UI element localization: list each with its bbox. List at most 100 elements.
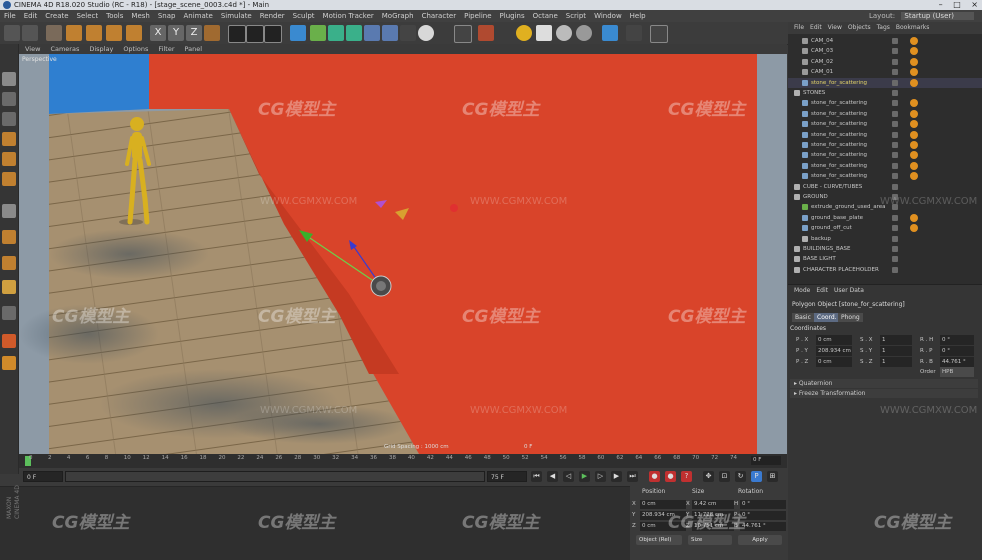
object-row[interactable]: ground_off_cut (788, 223, 982, 233)
material-tag-icon[interactable] (910, 213, 918, 222)
attr-position-y-field[interactable]: 208.934 cm (816, 346, 852, 356)
rotation-p-field[interactable]: 0 ° (740, 511, 786, 520)
attr-scale-x-field[interactable]: 1 (880, 335, 912, 345)
viewport-menu-options[interactable]: Options (123, 45, 148, 53)
menu-render[interactable]: Render (260, 12, 285, 20)
visibility-toggle-icon[interactable] (892, 235, 898, 242)
object-row[interactable]: backup (788, 234, 982, 244)
attr-scale-y-field[interactable]: 1 (880, 346, 912, 356)
plugin-icon[interactable] (602, 25, 618, 41)
octane-icon[interactable] (478, 25, 494, 41)
tab-coord[interactable]: Coord. (814, 313, 840, 322)
z-axis-icon[interactable]: Z (186, 25, 202, 41)
attr-rotation-h-field[interactable]: 0 ° (940, 335, 974, 345)
menu-motion-tracker[interactable]: Motion Tracker (323, 12, 374, 20)
size-z-field[interactable]: 10.751 cm (692, 522, 734, 531)
current-frame-field[interactable]: 0 F (751, 456, 781, 465)
am-menu-mode[interactable]: Mode (794, 287, 810, 294)
y-axis-icon[interactable]: Y (168, 25, 184, 41)
om-menu-view[interactable]: View (828, 24, 842, 31)
rotation-b-field[interactable]: 44.761 ° (740, 522, 786, 531)
menu-create[interactable]: Create (45, 12, 68, 20)
visibility-toggle-icon[interactable] (892, 183, 898, 190)
menu-file[interactable]: File (4, 12, 16, 20)
visibility-toggle-icon[interactable] (892, 256, 898, 263)
visibility-toggle-icon[interactable] (892, 90, 898, 96)
go-to-end-icon[interactable]: ⏭ (627, 471, 638, 482)
material-tag-icon[interactable] (910, 224, 918, 233)
snap-icon[interactable] (2, 256, 16, 270)
floor-object-icon[interactable] (382, 25, 398, 41)
previous-key-icon[interactable]: ◀ (547, 471, 558, 482)
menu-plugins[interactable]: Plugins (500, 12, 525, 20)
layout-value[interactable]: Startup (User) (901, 12, 974, 20)
layer-manager-icon[interactable] (2, 334, 16, 348)
perspective-viewport[interactable]: Perspective Grid Spacing: 1000 cm 0 F (19, 54, 787, 454)
camera-tag-icon[interactable] (910, 37, 918, 45)
size-mode-dropdown[interactable]: Size (688, 535, 732, 545)
visibility-toggle-icon[interactable] (892, 142, 898, 148)
object-row[interactable]: stone_for_scattering (788, 140, 982, 150)
material-manager[interactable]: MAXON CINEMA 4D (0, 485, 630, 560)
viewport-menu-view[interactable]: View (25, 45, 40, 53)
visibility-toggle-icon[interactable] (892, 266, 898, 273)
object-row[interactable]: stone_for_scattering (788, 77, 982, 88)
attr-position-z-field[interactable]: 0 cm (816, 357, 852, 367)
edges-mode-icon[interactable] (2, 152, 16, 166)
object-row[interactable]: stone_for_scattering (788, 98, 982, 108)
object-row[interactable]: CAM_01 (788, 67, 982, 77)
attr-position-x-field[interactable]: 0 cm (816, 335, 852, 345)
coordinate-system-icon[interactable] (204, 25, 220, 41)
undo-icon[interactable] (4, 25, 20, 41)
live-selection-icon[interactable] (46, 25, 62, 41)
minimize-button[interactable]: – (939, 0, 943, 9)
visibility-toggle-icon[interactable] (892, 110, 898, 117)
object-row[interactable]: stone_for_scattering (788, 130, 982, 140)
tab-basic[interactable]: Basic (792, 313, 814, 322)
plugin-settings-icon[interactable] (650, 25, 668, 43)
scale-tool-icon[interactable] (86, 25, 102, 41)
play-icon[interactable]: ▶ (579, 471, 590, 482)
viewport-menu-display[interactable]: Display (89, 45, 113, 53)
material-tag-icon[interactable] (910, 109, 918, 118)
spline-pen-icon[interactable] (310, 25, 326, 41)
visibility-toggle-icon[interactable] (892, 79, 898, 86)
am-menu-user-data[interactable]: User Data (834, 287, 864, 294)
om-menu-objects[interactable]: Objects (848, 24, 871, 31)
camera-tag-icon[interactable] (910, 57, 918, 66)
camera-tag-icon[interactable] (910, 68, 918, 77)
material-tag-icon[interactable] (910, 78, 918, 87)
lock-workplane-icon[interactable] (2, 280, 16, 294)
gear-icon[interactable] (626, 25, 642, 41)
viewport-menu-cameras[interactable]: Cameras (50, 45, 79, 53)
render-view-icon[interactable] (228, 25, 246, 43)
octane-environment-icon[interactable] (556, 25, 572, 41)
om-menu-file[interactable]: File (794, 24, 804, 31)
menu-octane[interactable]: Octane (533, 12, 558, 20)
object-row[interactable]: STONES (788, 88, 982, 98)
object-row[interactable]: stone_for_scattering (788, 171, 982, 181)
x-axis-icon[interactable]: X (150, 25, 166, 41)
apply-button[interactable]: Apply (738, 535, 782, 545)
visibility-toggle-icon[interactable] (892, 204, 898, 211)
object-row[interactable]: CUBE - CURVE/TUBES (788, 182, 982, 192)
visibility-toggle-icon[interactable] (892, 58, 898, 65)
menu-edit[interactable]: Edit (24, 12, 38, 20)
size-y-field[interactable]: 11.728 cm (692, 511, 734, 520)
material-tag-icon[interactable] (910, 141, 918, 149)
render-settings-icon[interactable] (264, 25, 282, 43)
autokey-icon[interactable]: ● (665, 471, 676, 482)
am-menu-edit[interactable]: Edit (816, 287, 828, 294)
redo-icon[interactable] (22, 25, 38, 41)
visibility-toggle-icon[interactable] (892, 246, 898, 252)
material-tag-icon[interactable] (910, 151, 918, 160)
size-x-field[interactable]: 9.42 cm (692, 500, 734, 509)
previous-frame-icon[interactable]: ◁ (563, 471, 574, 482)
model-mode-icon[interactable] (2, 72, 16, 86)
visibility-toggle-icon[interactable] (892, 48, 898, 55)
light-icon[interactable] (418, 25, 434, 41)
visibility-toggle-icon[interactable] (892, 173, 898, 180)
object-row[interactable]: stone_for_scattering (788, 150, 982, 160)
visibility-toggle-icon[interactable] (892, 38, 898, 44)
preview-range-slider[interactable] (65, 471, 485, 482)
